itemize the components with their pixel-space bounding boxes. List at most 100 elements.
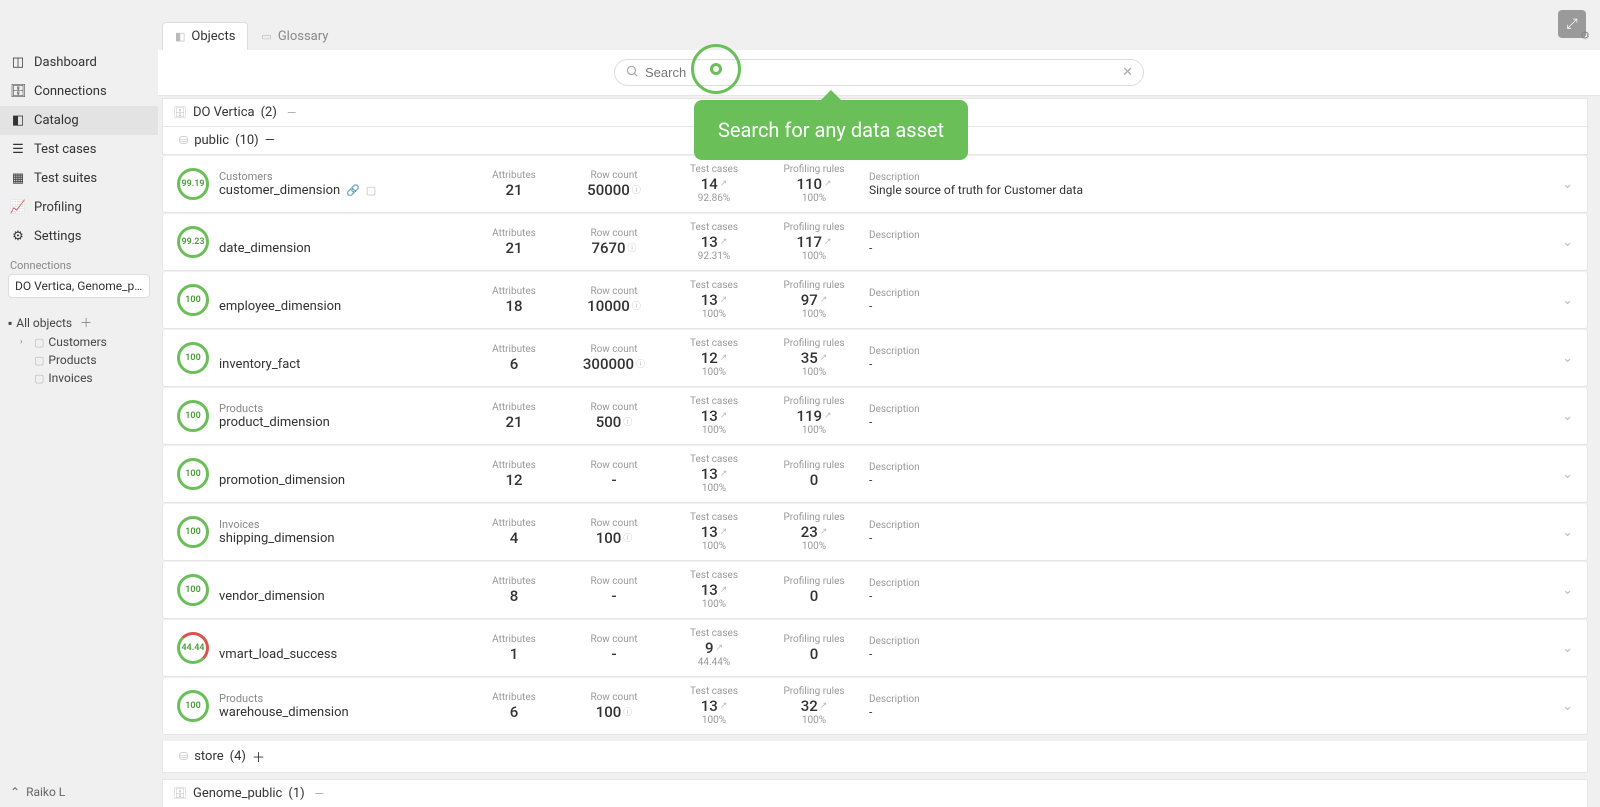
chevron-down-icon[interactable]: ⌄ (1562, 641, 1573, 656)
testcases-value[interactable]: 13↗ (669, 291, 759, 309)
sidebar: ◫Dashboard🗄Connections◧Catalog☰Test case… (0, 0, 158, 807)
object-name[interactable]: inventory_fact (219, 357, 459, 372)
table-row[interactable]: 99.19 Customers customer_dimension 🔗▢ At… (162, 156, 1588, 213)
object-name[interactable]: vmart_load_success (219, 647, 459, 662)
external-link-icon: ↗ (824, 411, 832, 421)
rules-value[interactable]: 0 (769, 471, 859, 489)
nav-test-cases[interactable]: ☰Test cases (0, 135, 158, 164)
testcases-value[interactable]: 13↗ (669, 697, 759, 715)
user-footer[interactable]: ⌃ Raiko L (0, 777, 158, 807)
table-row[interactable]: 44.44 vmart_load_success Attributes1 Row… (162, 620, 1588, 677)
folder-products[interactable]: ▢ Products (18, 351, 152, 369)
testcases-value[interactable]: 13↗ (669, 233, 759, 251)
collapse-icon[interactable]: — (265, 133, 275, 148)
chevron-down-icon[interactable]: ⌄ (1562, 699, 1573, 714)
table-row[interactable]: 100 promotion_dimension Attributes12 Row… (162, 446, 1588, 503)
nav-test-suites[interactable]: ▦Test suites (0, 164, 158, 193)
nav-dashboard[interactable]: ◫Dashboard (0, 48, 158, 77)
search-input[interactable] (645, 65, 1111, 80)
rules-value[interactable]: 35↗ (769, 349, 859, 367)
folder-all-objects[interactable]: ▪ All objects ＋ (6, 312, 152, 333)
object-name[interactable]: vendor_dimension (219, 589, 459, 604)
attributes-value: 18 (469, 297, 559, 315)
description-text: - (869, 589, 1552, 603)
link-icon: 🔗 (346, 184, 360, 197)
testcases-value[interactable]: 9↗ (669, 639, 759, 657)
chart-icon: 📈 (10, 200, 26, 215)
chevron-down-icon[interactable]: ⌄ (1562, 293, 1573, 308)
external-link-icon: ↗ (820, 295, 828, 305)
rules-value[interactable]: 117↗ (769, 233, 859, 251)
attributes-value: 21 (469, 239, 559, 257)
folder-icon: ▢ (34, 372, 44, 385)
testcases-value[interactable]: 13↗ (669, 581, 759, 599)
testcases-value[interactable]: 14↗ (669, 175, 759, 193)
group-store[interactable]: ⛁ store (4) ＋ (162, 741, 1588, 773)
search-box[interactable]: ✕ (614, 59, 1144, 86)
add-folder-icon[interactable]: ＋ (80, 314, 92, 331)
table-row[interactable]: 100 inventory_fact Attributes6 Row count… (162, 330, 1588, 387)
description-text: Single source of truth for Customer data (869, 183, 1552, 197)
testcases-value[interactable]: 13↗ (669, 523, 759, 541)
object-name[interactable]: customer_dimension 🔗▢ (219, 183, 459, 198)
nav-settings[interactable]: ⚙Settings (0, 222, 158, 251)
rules-value[interactable]: 97↗ (769, 291, 859, 309)
chevron-down-icon[interactable]: ⌄ (1562, 351, 1573, 366)
rules-value[interactable]: 0 (769, 587, 859, 605)
expand-icon[interactable]: ＋ (252, 747, 265, 766)
connections-selector[interactable]: DO Vertica, Genome_p... (8, 274, 150, 298)
table-row[interactable]: 99.23 date_dimension Attributes21 Row co… (162, 214, 1588, 271)
external-link-icon: ↗ (824, 179, 832, 189)
external-link-icon: ↗ (720, 527, 728, 537)
testcases-value[interactable]: 13↗ (669, 465, 759, 483)
folder-customers[interactable]: › ▢ Customers (18, 333, 152, 351)
chevron-down-icon[interactable]: ⌄ (1562, 409, 1573, 424)
collapse-icon[interactable]: — (287, 106, 296, 120)
rowcount-value: - (569, 645, 659, 663)
collapse-icon[interactable]: — (315, 787, 324, 801)
chevron-down-icon[interactable]: ⌄ (1562, 235, 1573, 250)
info-icon: ⓘ (623, 415, 632, 428)
chevron-down-icon[interactable]: ⌄ (1562, 583, 1573, 598)
rules-value[interactable]: 110↗ (769, 175, 859, 193)
nav-profiling[interactable]: 📈Profiling (0, 193, 158, 222)
object-name[interactable]: warehouse_dimension (219, 705, 459, 720)
external-link-icon: ↗ (715, 643, 723, 653)
object-name[interactable]: product_dimension (219, 415, 459, 430)
tab-objects[interactable]: ◧ Objects (162, 22, 248, 50)
clear-icon[interactable]: ✕ (1122, 65, 1133, 80)
group-genome[interactable]: 🗄 Genome_public (1) — (162, 779, 1588, 807)
table-row[interactable]: 100 vendor_dimension Attributes8 Row cou… (162, 562, 1588, 619)
chevron-down-icon[interactable]: ⌄ (1562, 177, 1573, 192)
attributes-value: 6 (469, 703, 559, 721)
rules-value[interactable]: 32↗ (769, 697, 859, 715)
table-row[interactable]: 100 employee_dimension Attributes18 Row … (162, 272, 1588, 329)
testcases-value[interactable]: 12↗ (669, 349, 759, 367)
chevron-down-icon[interactable]: ⌄ (1562, 525, 1573, 540)
info-icon: ⓘ (632, 299, 641, 312)
table-row[interactable]: 100 Invoices shipping_dimension Attribut… (162, 504, 1588, 561)
table-row[interactable]: 100 Products warehouse_dimension Attribu… (162, 678, 1588, 735)
testcases-value[interactable]: 13↗ (669, 407, 759, 425)
rules-value[interactable]: 119↗ (769, 407, 859, 425)
object-name[interactable]: promotion_dimension (219, 473, 459, 488)
object-name[interactable]: date_dimension (219, 241, 459, 256)
chevron-down-icon[interactable]: ⌄ (1562, 467, 1573, 482)
folder-invoices[interactable]: ▢ Invoices (18, 369, 152, 387)
rowcount-value: 100ⓘ (569, 529, 659, 547)
nav-connections[interactable]: 🗄Connections (0, 77, 158, 106)
object-name[interactable]: shipping_dimension (219, 531, 459, 546)
description-text: - (869, 531, 1552, 545)
caret-icon: › (20, 337, 30, 347)
score-badge: 99.19 (177, 168, 209, 200)
object-tag (219, 460, 459, 473)
score-badge: 100 (177, 400, 209, 432)
nav-catalog[interactable]: ◧Catalog (0, 106, 158, 135)
rules-value[interactable]: 0 (769, 645, 859, 663)
expand-button[interactable]: ⤢⚙ (1558, 10, 1586, 38)
object-name[interactable]: employee_dimension (219, 299, 459, 314)
rules-value[interactable]: 23↗ (769, 523, 859, 541)
table-row[interactable]: 100 Products product_dimension Attribute… (162, 388, 1588, 445)
book-icon: ▭ (261, 30, 271, 43)
tab-glossary[interactable]: ▭ Glossary (248, 22, 341, 50)
